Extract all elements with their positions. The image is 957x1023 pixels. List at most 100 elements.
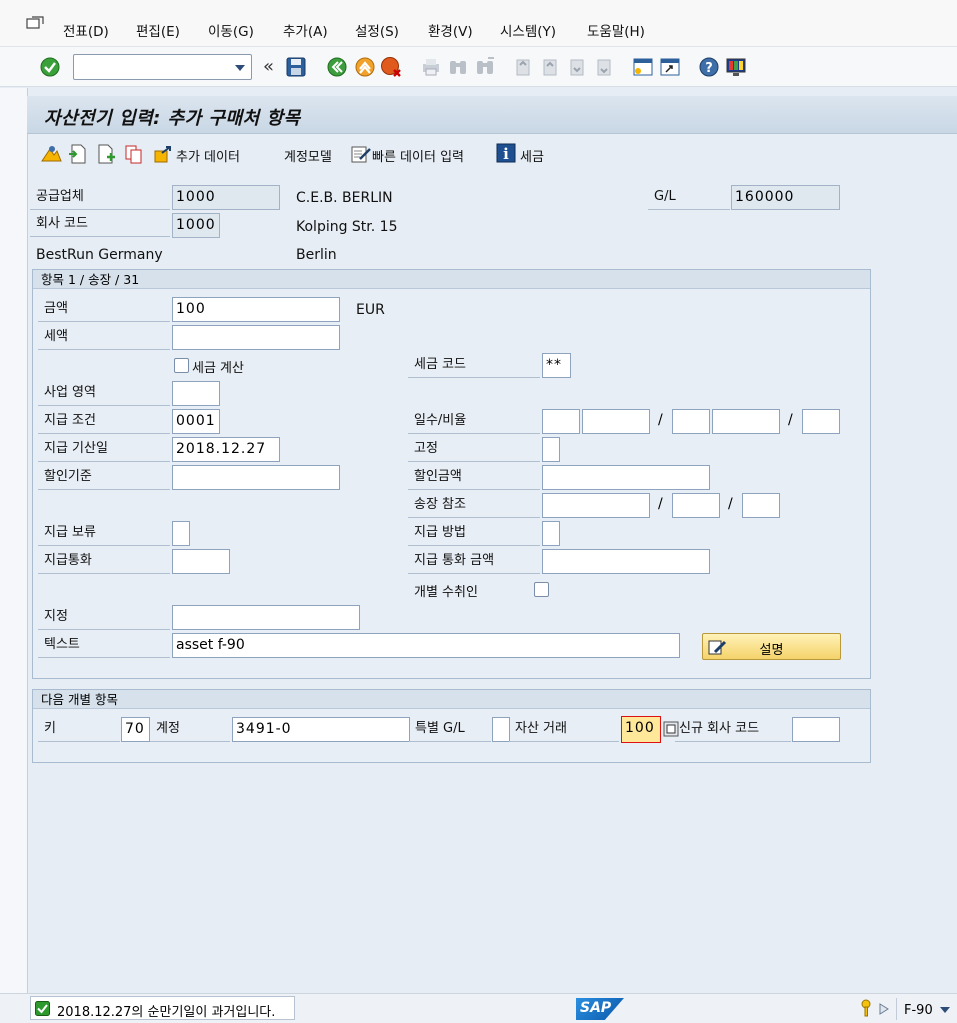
fixed-label: 고정: [408, 438, 540, 462]
chevron-down-icon[interactable]: [235, 65, 245, 71]
enter-icon[interactable]: [39, 56, 61, 78]
separator-slash: /: [658, 412, 663, 428]
discount-base-label: 할인기준: [38, 466, 170, 490]
layout-icon[interactable]: [725, 56, 747, 78]
payment-method-label: 지급 방법: [408, 522, 540, 546]
posting-key-field[interactable]: 70: [121, 717, 150, 742]
separator-slash: /: [728, 496, 733, 512]
tax-code-field[interactable]: **: [542, 353, 571, 378]
separator-slash: /: [788, 412, 793, 428]
asset-transaction-label: 자산 거래: [509, 718, 619, 742]
text-field[interactable]: asset f-90: [172, 633, 680, 658]
payment-currency-amount-field[interactable]: [542, 549, 710, 574]
next-item-icon[interactable]: [95, 143, 117, 165]
baseline-date-field[interactable]: 2018.12.27: [172, 437, 280, 462]
menu-environment[interactable]: 환경(V): [428, 20, 473, 40]
fast-data-entry-button[interactable]: 빠른 데이터 입력: [372, 146, 464, 165]
additional-data-icon[interactable]: [152, 143, 174, 165]
previous-item-icon[interactable]: [67, 143, 89, 165]
next-item-group-title: 다음 개별 항목: [33, 690, 870, 709]
sap-gui-window: 전표(D) 편집(E) 이동(G) 추가(A) 설정(S) 환경(V) 시스템(…: [0, 0, 957, 1023]
status-divider: [896, 998, 897, 1020]
find-next-icon[interactable]: [474, 56, 496, 78]
menu-extras[interactable]: 추가(A): [283, 20, 328, 40]
invoice-reference-field[interactable]: [542, 493, 650, 518]
days1-field[interactable]: [542, 409, 580, 434]
percent2-field[interactable]: [712, 409, 780, 434]
create-session-icon[interactable]: [632, 56, 654, 78]
payment-method-field[interactable]: [542, 521, 560, 546]
company-code-label: 회사 코드: [30, 213, 170, 237]
discount-amount-field[interactable]: [542, 465, 710, 490]
cancel-icon[interactable]: [380, 56, 402, 78]
payment-block-field[interactable]: [172, 521, 190, 546]
vendor-field: 1000: [172, 185, 280, 210]
payment-terms-field[interactable]: 0001: [172, 409, 220, 434]
invoice-line-field[interactable]: [742, 493, 780, 518]
next-page-icon[interactable]: [566, 56, 588, 78]
fast-entry-icon[interactable]: [350, 143, 372, 165]
amount-field[interactable]: 100: [172, 297, 340, 322]
new-company-code-label: 신규 회사 코드: [675, 718, 791, 742]
individual-payee-checkbox[interactable]: [534, 582, 549, 597]
business-area-field[interactable]: [172, 381, 220, 406]
payment-currency-amount-label: 지급 통화 금액: [408, 550, 540, 574]
key-icon[interactable]: [858, 999, 874, 1017]
additional-data-button[interactable]: 추가 데이터: [176, 146, 240, 165]
account-label: 계정: [150, 718, 230, 742]
help-icon[interactable]: ?: [698, 56, 720, 78]
copy-item-icon[interactable]: [123, 143, 145, 165]
menu-edit[interactable]: 편집(E): [136, 20, 180, 40]
percent1-field[interactable]: [582, 409, 650, 434]
discount-base-field[interactable]: [172, 465, 340, 490]
days3-field[interactable]: [802, 409, 840, 434]
first-page-icon[interactable]: [512, 56, 534, 78]
status-message-text: 2018.12.27의 순만기일이 과거입니다.: [57, 1005, 276, 1020]
explanation-button[interactable]: 설명: [702, 633, 841, 660]
assignment-field[interactable]: [172, 605, 360, 630]
title-bar: 자산전기 입력: 추가 구매처 항목: [27, 96, 957, 134]
menu-help[interactable]: 도움말(H): [587, 20, 645, 40]
play-arrow-icon[interactable]: [879, 1003, 889, 1015]
print-icon[interactable]: [420, 56, 442, 78]
menu-document[interactable]: 전표(D): [63, 20, 109, 40]
payment-currency-field[interactable]: [172, 549, 230, 574]
taxes-button[interactable]: 세금: [520, 146, 544, 165]
svg-text:?: ?: [705, 61, 713, 76]
status-message[interactable]: 2018.12.27의 순만기일이 과거입니다.: [30, 996, 295, 1020]
invoice-year-field[interactable]: [672, 493, 720, 518]
transaction-code[interactable]: F-90: [904, 1003, 933, 1018]
new-company-code-field[interactable]: [792, 717, 840, 742]
asset-transaction-field[interactable]: 100: [621, 716, 661, 743]
command-field[interactable]: [73, 54, 252, 80]
account-field[interactable]: 3491-0: [232, 717, 410, 742]
text-label: 텍스트: [38, 634, 170, 658]
left-margin: [0, 88, 27, 993]
system-menu-icon[interactable]: [26, 16, 44, 30]
collapse-command-field[interactable]: «: [263, 56, 274, 77]
tax-code-label: 세금 코드: [408, 354, 540, 378]
menu-goto[interactable]: 이동(G): [208, 20, 254, 40]
tax-amount-field[interactable]: [172, 325, 340, 350]
posting-key-label: 키: [38, 718, 120, 742]
save-icon[interactable]: [285, 56, 307, 78]
last-page-icon[interactable]: [593, 56, 615, 78]
success-check-icon: [35, 1001, 50, 1016]
display-change-icon[interactable]: [40, 143, 62, 165]
info-icon[interactable]: i: [496, 143, 516, 163]
back-icon[interactable]: [326, 56, 348, 78]
special-gl-field[interactable]: [492, 717, 510, 742]
fixed-field[interactable]: [542, 437, 560, 462]
days2-field[interactable]: [672, 409, 710, 434]
menu-system[interactable]: 시스템(Y): [500, 20, 556, 40]
shortcut-icon[interactable]: [659, 56, 681, 78]
gl-field: 160000: [731, 185, 840, 210]
prev-page-icon[interactable]: [539, 56, 561, 78]
find-icon[interactable]: [447, 56, 469, 78]
exit-icon[interactable]: [354, 56, 376, 78]
chevron-down-icon[interactable]: [940, 1007, 950, 1013]
account-model-button[interactable]: 계정모델: [284, 146, 332, 165]
calculate-tax-checkbox[interactable]: [174, 358, 189, 373]
menu-settings[interactable]: 설정(S): [355, 20, 399, 40]
gl-label: G/L: [648, 186, 730, 210]
